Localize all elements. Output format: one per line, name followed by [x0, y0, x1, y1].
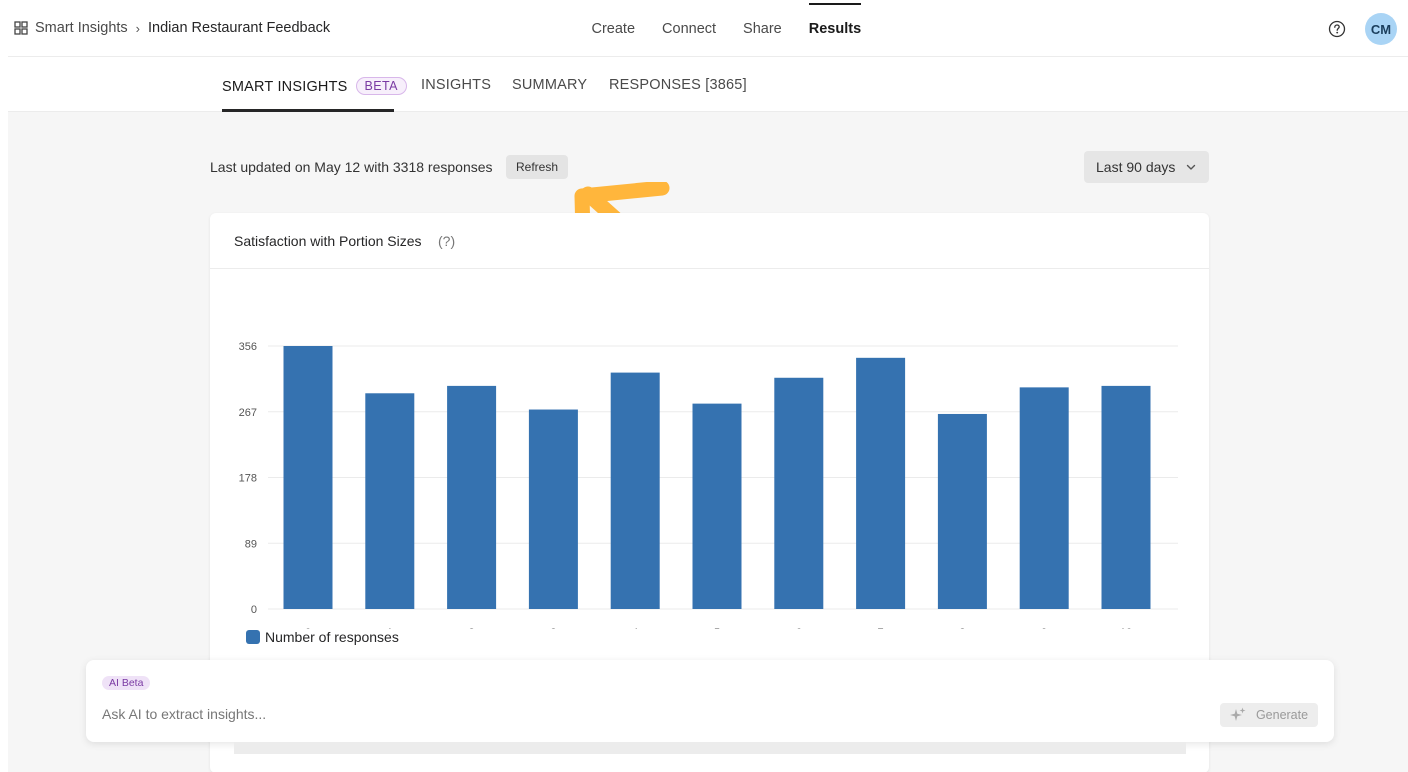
- legend-swatch: [246, 630, 260, 644]
- ai-panel: AI Beta Generate: [86, 660, 1334, 742]
- sub-tabs: SMART INSIGHTS BETA INSIGHTS SUMMARY RESP…: [8, 57, 1408, 112]
- x-tick-label: 10: [1120, 627, 1132, 629]
- bar-3[interactable]: [528, 409, 578, 609]
- x-tick-label: 2: [469, 627, 475, 629]
- ai-beta-badge: AI Beta: [102, 676, 151, 690]
- card-help-toggle[interactable]: (?): [438, 233, 455, 249]
- bar-0[interactable]: [283, 346, 333, 609]
- x-tick-label: 6: [796, 627, 802, 629]
- nav-results[interactable]: Results: [808, 0, 862, 57]
- generate-label: Generate: [1255, 708, 1309, 722]
- bar-10[interactable]: [1101, 385, 1151, 609]
- top-nav: Create Connect Share Results: [578, 0, 875, 57]
- bar-4[interactable]: [610, 372, 660, 609]
- bar-chart: 089178267356012345678910: [239, 341, 1178, 629]
- breadcrumb: Smart Insights › Indian Restaurant Feedb…: [14, 20, 330, 36]
- x-tick-label: 4: [632, 627, 638, 629]
- generate-button[interactable]: Generate: [1220, 703, 1318, 727]
- tab-smart-insights[interactable]: SMART INSIGHTS BETA: [222, 77, 407, 95]
- sparkle-icon: [1229, 707, 1246, 721]
- tab-smart-insights-label: SMART INSIGHTS: [222, 79, 348, 95]
- x-tick-label: 3: [550, 627, 556, 629]
- ai-prompt-input[interactable]: [102, 704, 1202, 724]
- nav-share[interactable]: Share: [743, 0, 782, 57]
- y-tick-label: 0: [251, 604, 257, 616]
- y-tick-label: 356: [239, 341, 257, 353]
- bar-7[interactable]: [856, 357, 906, 609]
- chart-legend[interactable]: Number of responses: [246, 629, 399, 645]
- nav-connect[interactable]: Connect: [662, 0, 716, 57]
- help-icon[interactable]: [1328, 20, 1346, 38]
- avatar[interactable]: CM: [1365, 13, 1397, 45]
- next-card-edge: [234, 742, 1186, 754]
- card-header: Satisfaction with Portion Sizes (?): [210, 213, 1209, 269]
- card-title: Satisfaction with Portion Sizes: [234, 233, 422, 249]
- x-tick-label: 8: [959, 627, 965, 629]
- date-range-select[interactable]: Last 90 days: [1084, 151, 1209, 183]
- bar-8[interactable]: [937, 413, 987, 609]
- y-tick-label: 267: [239, 407, 257, 419]
- x-tick-label: 9: [1041, 627, 1047, 629]
- tab-insights[interactable]: INSIGHTS: [421, 77, 491, 93]
- tab-summary[interactable]: SUMMARY: [512, 77, 587, 93]
- y-tick-label: 89: [245, 538, 257, 550]
- top-bar: Smart Insights › Indian Restaurant Feedb…: [8, 0, 1408, 57]
- x-tick-label: 5: [714, 627, 720, 629]
- bar-9[interactable]: [1019, 387, 1069, 609]
- legend-label: Number of responses: [265, 629, 399, 645]
- tab-responses[interactable]: RESPONSES [3865]: [609, 77, 747, 93]
- y-tick-label: 178: [239, 473, 257, 485]
- date-range-value: Last 90 days: [1096, 159, 1176, 175]
- bar-1[interactable]: [365, 393, 415, 609]
- x-tick-label: 7: [878, 627, 884, 629]
- chevron-right-icon: ›: [135, 20, 141, 36]
- chevron-down-icon: [1186, 164, 1196, 170]
- breadcrumb-current: Indian Restaurant Feedback: [148, 20, 331, 36]
- last-updated-text: Last updated on May 12 with 3318 respons…: [210, 159, 493, 175]
- bar-2[interactable]: [447, 385, 497, 609]
- bar-6[interactable]: [774, 377, 824, 609]
- bar-5[interactable]: [692, 403, 742, 609]
- beta-badge: BETA: [355, 77, 407, 95]
- nav-create[interactable]: Create: [592, 0, 636, 57]
- grid-icon[interactable]: [14, 21, 28, 35]
- refresh-button[interactable]: Refresh: [506, 155, 568, 179]
- breadcrumb-root[interactable]: Smart Insights: [35, 20, 128, 36]
